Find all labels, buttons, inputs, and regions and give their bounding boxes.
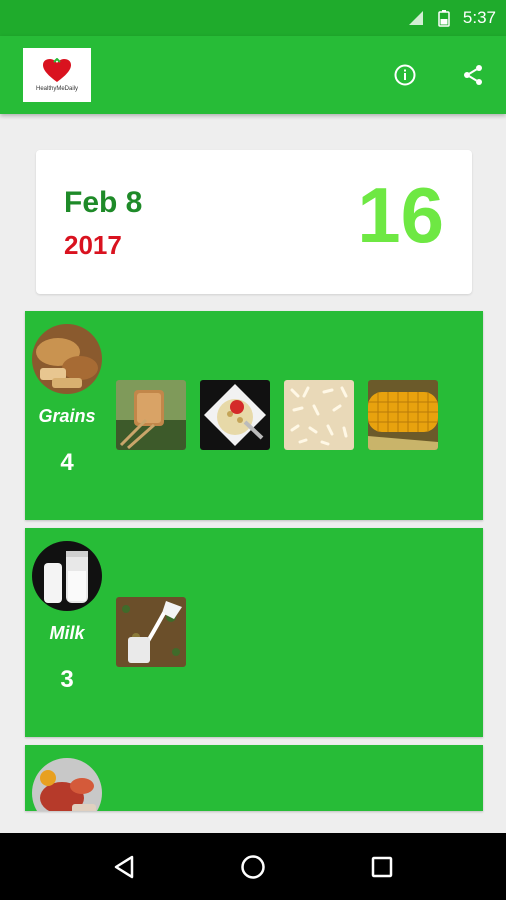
logo-text: HealthyMeDaily <box>35 86 78 92</box>
grains-avatar <box>32 324 102 394</box>
milk-thumbnails <box>116 597 186 667</box>
total-servings-count: 16 <box>357 171 444 259</box>
info-button[interactable] <box>390 60 420 90</box>
status-bar: 5:37 <box>0 0 506 36</box>
thumb-milk-pour[interactable] <box>116 597 186 667</box>
grains-thumbnails <box>116 380 438 450</box>
recents-icon <box>371 856 392 877</box>
date-summary-card: Feb 8 2017 16 <box>36 150 472 294</box>
group-count-milk: 3 <box>60 666 74 693</box>
recents-button[interactable] <box>362 847 402 887</box>
thumb-cereal-bowl[interactable] <box>200 380 270 450</box>
food-group-card-grains[interactable]: Grains 4 <box>25 311 483 520</box>
meat-avatar <box>32 758 102 811</box>
home-icon <box>241 854 265 879</box>
group-count-grains: 4 <box>60 449 74 476</box>
status-time: 5:37 <box>462 8 496 27</box>
home-button[interactable] <box>233 847 273 887</box>
heart-logo-icon <box>43 58 71 82</box>
thumb-bread-wheat[interactable] <box>116 380 186 450</box>
app-bar: HealthyMeDaily <box>0 36 506 114</box>
food-group-card-milk[interactable]: Milk 3 <box>25 528 483 737</box>
share-icon <box>464 65 482 85</box>
thumb-rice[interactable] <box>284 380 354 450</box>
group-name-milk: Milk <box>49 623 85 643</box>
milk-avatar <box>32 541 102 611</box>
back-button[interactable] <box>104 847 144 887</box>
info-icon <box>394 64 416 86</box>
back-icon <box>115 855 134 878</box>
battery-icon <box>435 9 453 27</box>
share-button[interactable] <box>458 60 488 90</box>
date-year: 2017 <box>64 230 122 260</box>
navigation-bar <box>0 833 506 900</box>
app-logo: HealthyMeDaily <box>23 48 91 102</box>
signal-icon <box>407 9 425 27</box>
thumb-corn[interactable] <box>368 380 438 450</box>
date-month-day: Feb 8 <box>64 186 143 219</box>
food-group-card-meat[interactable] <box>25 745 483 811</box>
group-name-grains: Grains <box>38 406 96 426</box>
